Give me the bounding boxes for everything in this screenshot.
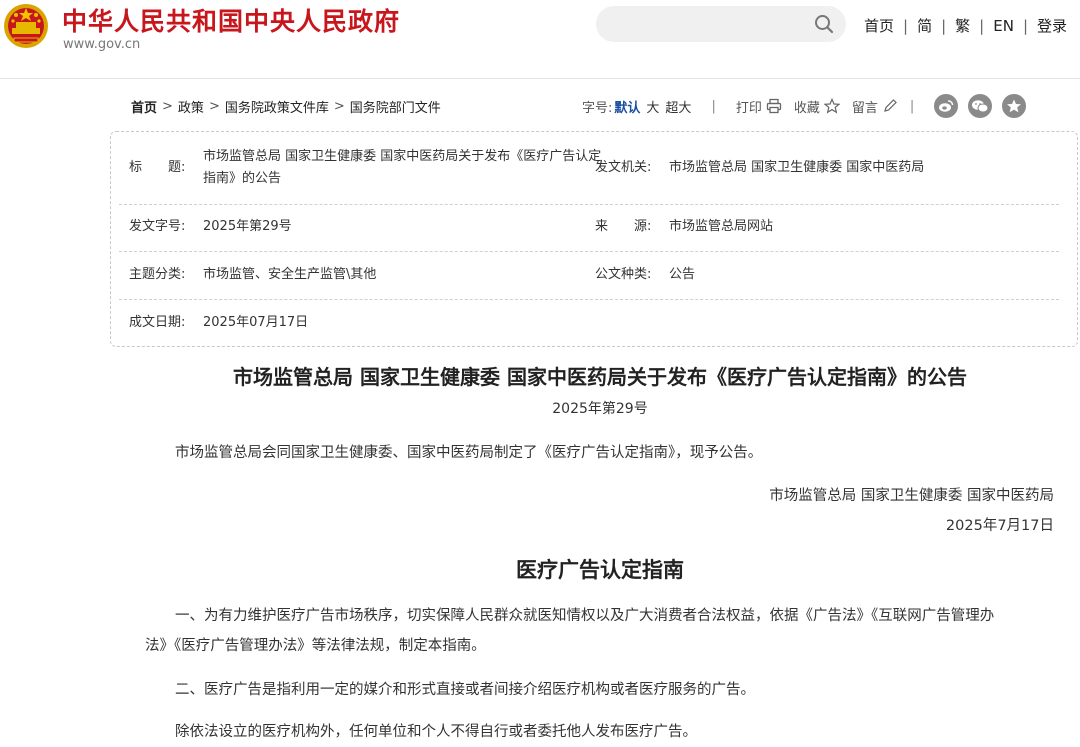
weibo-icon — [939, 100, 954, 112]
top-nav: 首页 | 简 | 繁 | EN | 登录 — [864, 15, 1067, 36]
wechat-icon — [972, 100, 989, 113]
font-size-default-option[interactable]: 默认 — [614, 97, 640, 116]
doctype-value: 公告 — [669, 267, 696, 282]
issuer-label: 发文机关: — [595, 160, 652, 175]
nav-login-link[interactable]: 登录 — [1037, 15, 1067, 36]
article-signers: 市场监管总局 国家卫生健康委 国家中医药局 — [769, 488, 1054, 504]
article-sign-date: 2025年7月17日 — [945, 518, 1054, 534]
breadcrumb: 首页 > 政策 > 国务院政策文件库 > 国务院部门文件 — [131, 97, 441, 116]
nav-separator: | — [903, 16, 909, 35]
site-title[interactable]: 中华人民共和国中央人民政府 — [62, 2, 400, 38]
guide-title: 医疗广告认定指南 — [516, 558, 684, 582]
search-input[interactable] — [610, 6, 814, 44]
favorite-label: 收藏 — [793, 100, 820, 116]
star-share-icon — [1007, 99, 1022, 113]
article-doc-number: 2025年第29号 — [552, 401, 648, 417]
nav-home-link[interactable]: 首页 — [864, 15, 894, 36]
font-size-large-option[interactable]: 大 — [646, 97, 659, 116]
title-label-text: 标 题: — [129, 160, 186, 175]
topic-value: 市场监管、安全生产监管\其他 — [203, 267, 377, 282]
title-label: 标 题: — [129, 157, 187, 179]
paragraph-3: 除依法设立的医疗机构外，任何单位和个人不得自行或者委托他人发布医疗广告。 — [175, 724, 697, 740]
print-button[interactable]: 打印 — [736, 97, 782, 116]
star-icon — [823, 98, 840, 114]
topic-label: 主题分类: — [129, 267, 186, 282]
nav-english-link[interactable]: EN — [993, 17, 1014, 35]
search-box — [596, 6, 846, 44]
article-title: 市场监管总局 国家卫生健康委 国家中医药局关于发布《医疗广告认定指南》的公告 — [233, 365, 967, 389]
breadcrumb-separator: > — [162, 99, 173, 114]
info-row-date: 成文日期: 2025年07月17日 — [119, 300, 1059, 346]
tools-separator: | — [909, 98, 915, 114]
print-label: 打印 — [735, 100, 762, 116]
nav-separator: | — [1022, 16, 1028, 35]
breadcrumb-policy[interactable]: 政策 — [178, 97, 204, 116]
paragraph-2: 二、医疗广告是指利用一定的媒介和形式直接或者间接介绍医疗机构或者医疗服务的广告。 — [175, 682, 755, 698]
tools-separator: | — [711, 98, 716, 114]
nav-simplified-link[interactable]: 简 — [917, 15, 932, 36]
breadcrumb-department-docs[interactable]: 国务院部门文件 — [350, 97, 441, 116]
site-url: www.gov.cn — [63, 37, 141, 52]
doctype-label: 公文种类: — [595, 267, 652, 282]
wechat-share-button[interactable] — [968, 94, 993, 118]
pencil-icon — [884, 99, 897, 112]
docno-value: 2025年第29号 — [203, 219, 292, 234]
printer-icon — [766, 98, 781, 114]
article-tools: 字号: 默认 大 超大 | 打印 收藏 留言 | — [582, 94, 1027, 118]
info-row-topic: 主题分类: 市场监管、安全生产监管\其他 公文种类: 公告 — [119, 252, 1059, 300]
date-label: 成文日期: — [129, 315, 186, 330]
date-value: 2025年07月17日 — [203, 315, 309, 330]
source-label: 来 源: — [595, 219, 652, 234]
comment-button[interactable]: 留言 — [852, 97, 898, 116]
title-value: 市场监管总局 国家卫生健康委 国家中医药局关于发布《医疗广告认定指南》的公告 — [203, 149, 602, 186]
breadcrumb-separator: > — [208, 99, 220, 114]
info-row-docno: 发文字号: 2025年第29号 来 源: 市场监管总局网站 — [119, 204, 1059, 252]
paragraph-1-line-2: 法》《医疗广告管理办法》等法律法规，制定本指南。 — [145, 638, 486, 654]
favorite-button[interactable]: 收藏 — [794, 97, 840, 116]
nav-separator: | — [979, 16, 985, 35]
docno-label: 发文字号: — [129, 219, 186, 234]
search-icon[interactable] — [814, 14, 834, 34]
nav-traditional-link[interactable]: 繁 — [955, 15, 970, 36]
breadcrumb-home[interactable]: 首页 — [131, 97, 157, 116]
font-size-label: 字号: — [582, 100, 613, 116]
source-value[interactable]: 市场监管总局网站 — [669, 216, 773, 238]
comment-label: 留言 — [851, 100, 878, 116]
site-header: 中华人民共和国中央人民政府 www.gov.cn 首页 | 简 | 繁 | EN… — [0, 0, 1080, 79]
breadcrumb-policy-library[interactable]: 国务院政策文件库 — [225, 97, 329, 116]
article-intro: 市场监管总局会同国家卫生健康委、国家中医药局制定了《医疗广告认定指南》，现予公告… — [175, 445, 763, 461]
paragraph-1-line-1: 一、为有力维护医疗广告市场秩序，切实保障人民群众就医知情权以及广大消费者合法权益… — [175, 608, 995, 624]
document-info-table: 标 题: 市场监管总局 国家卫生健康委 国家中医药局关于发布《医疗广告认定指南》… — [110, 131, 1078, 347]
font-size-xlarge-option[interactable]: 超大 — [665, 97, 691, 116]
issuer-value: 市场监管总局 国家卫生健康委 国家中医药局 — [669, 160, 925, 175]
favorite-share-button[interactable] — [1002, 94, 1027, 118]
nav-separator: | — [941, 16, 947, 35]
national-emblem-icon[interactable] — [2, 2, 50, 50]
info-row-title: 标 题: 市场监管总局 国家卫生健康委 国家中医药局关于发布《医疗广告认定指南》… — [119, 132, 1059, 205]
weibo-share-button[interactable] — [934, 94, 959, 118]
breadcrumb-separator: > — [333, 99, 345, 114]
